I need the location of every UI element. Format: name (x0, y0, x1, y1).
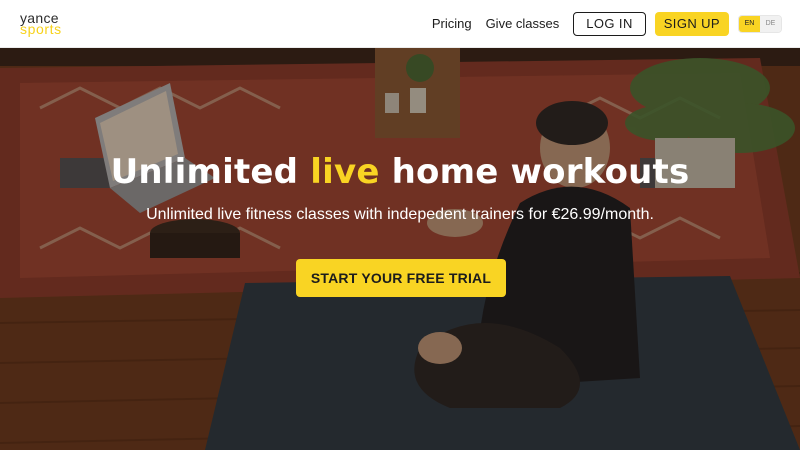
hero-title-highlight: live (310, 152, 380, 192)
main-nav: Pricing Give classes LOG IN SIGN UP EN D… (432, 11, 782, 36)
hero-section: Unlimited live home workouts Unlimited l… (0, 48, 800, 450)
start-free-trial-button[interactable]: START YOUR FREE TRIAL (296, 259, 506, 297)
hero-title-part: home workouts (379, 152, 690, 192)
language-switcher: EN DE (738, 14, 782, 33)
brand-logo[interactable]: yance sports (20, 11, 62, 37)
hero-overlay (0, 48, 800, 450)
site-header: yance sports Pricing Give classes LOG IN… (0, 0, 800, 48)
hero-title-part: Unlimited (110, 152, 311, 192)
hero-subtitle: Unlimited live fitness classes with inde… (146, 206, 654, 223)
logo-text-bottom: sports (20, 20, 62, 37)
language-option-en[interactable]: EN (739, 15, 760, 32)
signup-button[interactable]: SIGN UP (654, 11, 729, 36)
nav-link-give-classes[interactable]: Give classes (486, 16, 560, 31)
language-option-de[interactable]: DE (760, 15, 781, 32)
nav-link-pricing[interactable]: Pricing (432, 16, 472, 31)
hero-title: Unlimited live home workouts (0, 152, 800, 192)
login-button[interactable]: LOG IN (573, 11, 646, 36)
